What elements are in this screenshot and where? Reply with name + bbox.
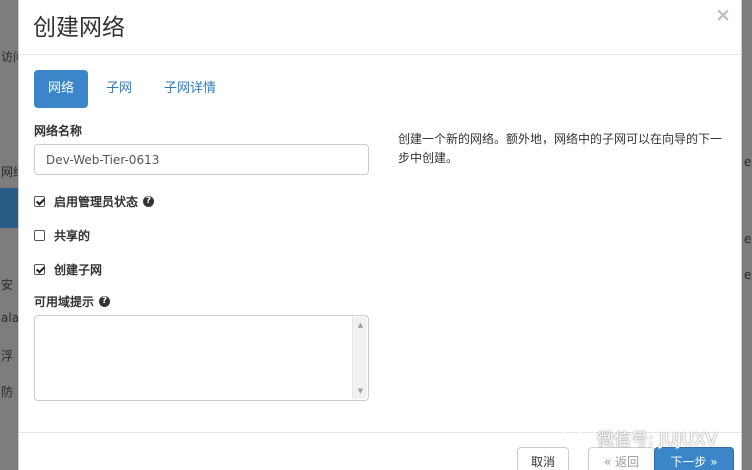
shared-label: 共享的 [54, 229, 91, 243]
network-name-label-text: 网络名称 [34, 124, 83, 138]
background-text-fragment: 防 [1, 385, 14, 399]
back-button[interactable]: « 返回 [588, 447, 655, 470]
watermark: 微信号: JUJUXV [563, 425, 717, 450]
modal-header: 创建网络 × [19, 0, 741, 55]
admin-state-checkbox[interactable] [34, 196, 45, 207]
scroll-down-icon[interactable]: ▼ [353, 385, 368, 397]
question-circle-icon: ? [99, 296, 111, 307]
tab-subnet-details[interactable]: 子网详情 [150, 70, 230, 108]
background-text-fragment: ala [1, 311, 18, 325]
create-subnet-checkbox[interactable] [34, 264, 45, 275]
modal-title: 创建网络 [33, 15, 125, 41]
wizard-tabs: 网络 子网 子网详情 [34, 70, 234, 108]
scrollbar[interactable]: ▲ ▼ [352, 317, 367, 399]
tab-subnet[interactable]: 子网 [92, 70, 146, 108]
admin-state-label: 启用管理员状态 [54, 195, 139, 209]
network-name-input[interactable] [34, 144, 369, 175]
wechat-icon [563, 427, 589, 447]
help-description: 创建一个新的网络。额外地，网络中的子网可以在向导的下一步中创建。 [398, 132, 723, 165]
az-hints-label: 可用域提示 ? [34, 293, 111, 310]
background-active-nav-item [0, 188, 18, 228]
background-text-fragment: e [744, 232, 752, 246]
background-text-fragment: 访问 [1, 50, 18, 64]
background-page-left: 访问 网络 安 ala 浮 防 [0, 0, 18, 470]
next-button[interactable]: 下一步 » [654, 447, 734, 470]
background-text-fragment: 浮 [1, 349, 14, 363]
az-hints-label-text: 可用域提示 [34, 295, 95, 309]
background-text-fragment: e [744, 268, 752, 282]
background-text-fragment: e [744, 155, 752, 169]
az-hints-select[interactable]: ▲ ▼ [34, 315, 369, 401]
shared-row: 共享的 [34, 227, 90, 244]
close-icon[interactable]: × [715, 4, 731, 26]
background-page-right: e e e [742, 0, 752, 470]
cancel-button[interactable]: 取消 [517, 447, 569, 470]
shared-checkbox[interactable] [34, 230, 45, 241]
watermark-text: 微信号: JUJUXV [597, 430, 718, 450]
create-network-modal: 创建网络 × 网络 子网 子网详情 网络名称 启用管理员状态 ? 共享的 创建子… [18, 0, 742, 470]
admin-state-row: 启用管理员状态 ? [34, 193, 155, 210]
scroll-up-icon[interactable]: ▲ [353, 319, 368, 331]
background-text-fragment: 网络 [1, 165, 18, 179]
create-subnet-label: 创建子网 [54, 263, 103, 277]
tab-network[interactable]: 网络 [34, 70, 89, 108]
create-subnet-row: 创建子网 [34, 261, 102, 278]
network-name-label: 网络名称 [34, 122, 82, 139]
background-text-fragment: 安 [1, 278, 14, 292]
question-circle-icon: ? [143, 196, 155, 207]
